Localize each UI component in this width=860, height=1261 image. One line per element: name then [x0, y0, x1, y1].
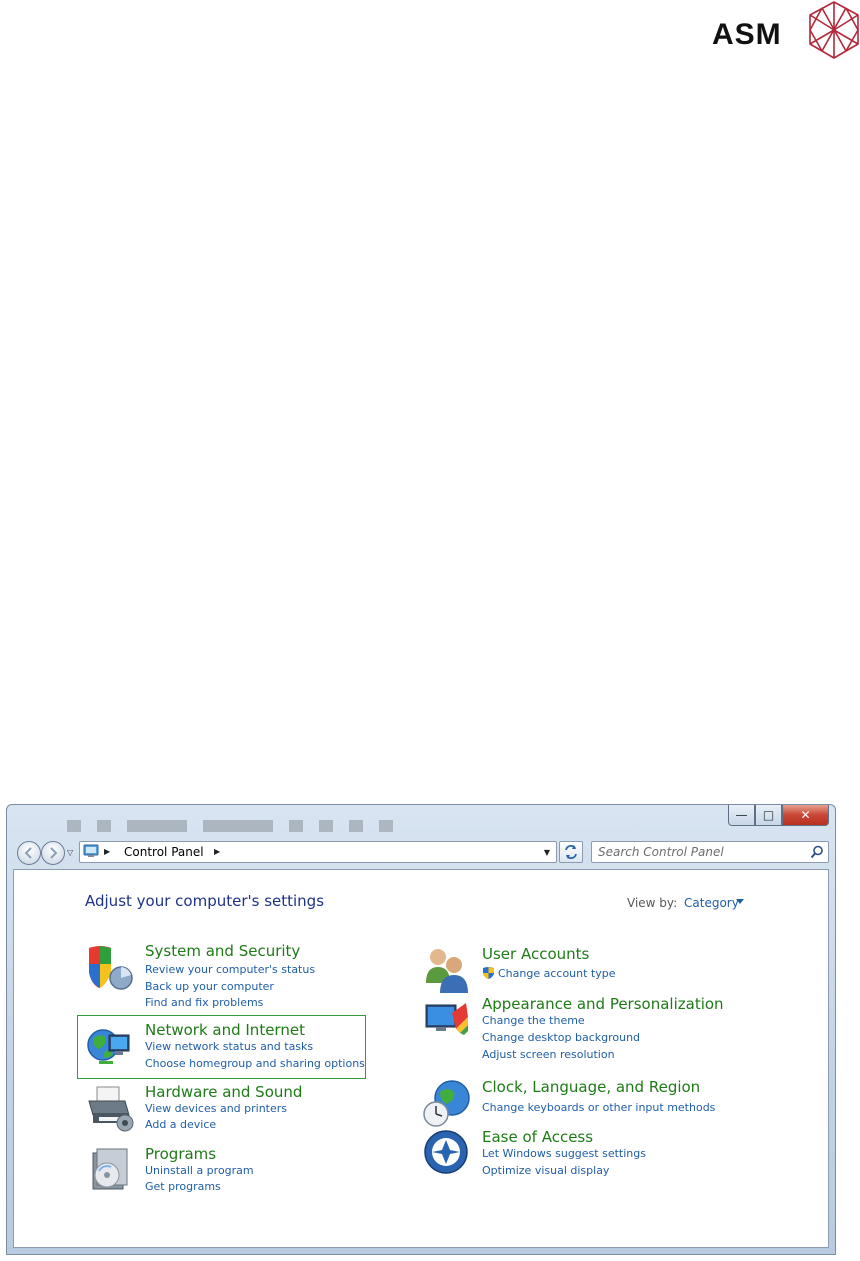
address-row: ▽ ▶ Control Panel ▶ ▼	[13, 839, 829, 865]
category-network-internet: Network and Internet View network status…	[85, 1021, 385, 1073]
back-arrow-icon	[24, 847, 32, 859]
globe-clock-icon[interactable]	[422, 1078, 472, 1128]
search-icon[interactable]	[810, 845, 824, 859]
category-title[interactable]: System and Security	[145, 942, 300, 960]
refresh-button[interactable]	[559, 841, 583, 863]
category-ease-of-access: Ease of Access Let Windows suggest setti…	[422, 1128, 742, 1178]
category-title[interactable]: Appearance and Personalization	[482, 995, 724, 1013]
control-panel-window: — □ ✕ ▽ ▶ Control Panel ▶ ▼ Search Contr…	[6, 804, 836, 1255]
view-by-label: View by:	[627, 896, 678, 910]
forward-button[interactable]	[41, 841, 65, 865]
close-button[interactable]: ✕	[782, 805, 829, 826]
background-toolbar-ghost	[67, 817, 409, 833]
category-clock-language-region: Clock, Language, and Region Change keybo…	[422, 1078, 742, 1128]
back-button[interactable]	[17, 841, 41, 865]
maximize-button[interactable]: □	[755, 805, 782, 826]
breadcrumb-separator-icon[interactable]: ▶	[214, 847, 220, 856]
breadcrumb-control-panel[interactable]: Control Panel	[124, 845, 204, 859]
category-link[interactable]: Get programs	[145, 1180, 221, 1193]
view-by-dropdown-arrow-icon[interactable]	[736, 899, 744, 904]
refresh-icon	[565, 845, 577, 859]
category-system-security: System and Security Review your computer…	[85, 942, 385, 1009]
category-hardware-sound: Hardware and Sound View devices and prin…	[85, 1083, 385, 1135]
forward-arrow-icon	[50, 847, 58, 859]
category-link[interactable]: Back up your computer	[145, 980, 274, 993]
category-title[interactable]: Network and Internet	[145, 1021, 305, 1039]
recent-pages-dropdown-icon[interactable]: ▽	[67, 848, 73, 857]
control-panel-icon	[83, 844, 99, 857]
category-link[interactable]: View network status and tasks	[145, 1040, 313, 1053]
view-by-dropdown[interactable]: Category	[684, 896, 739, 910]
category-title[interactable]: Hardware and Sound	[145, 1083, 302, 1101]
category-link[interactable]: Change the theme	[482, 1014, 585, 1027]
category-title[interactable]: Programs	[145, 1145, 216, 1163]
uac-shield-icon	[483, 967, 494, 979]
category-link[interactable]: Uninstall a program	[145, 1164, 254, 1177]
category-link[interactable]: Add a device	[145, 1118, 216, 1131]
category-title[interactable]: Ease of Access	[482, 1128, 593, 1146]
geodesic-crystal-logo	[809, 1, 859, 59]
users-icon[interactable]	[422, 945, 472, 995]
category-link[interactable]: Review your computer's status	[145, 963, 315, 976]
category-title[interactable]: Clock, Language, and Region	[482, 1078, 700, 1096]
category-programs: Programs Uninstall a program Get program…	[85, 1145, 385, 1197]
title-bar[interactable]: — □ ✕	[7, 805, 835, 837]
category-link[interactable]: Let Windows suggest settings	[482, 1147, 646, 1160]
brand-header: ASM	[712, 1, 860, 60]
address-bar[interactable]: ▶ Control Panel ▶ ▼	[79, 841, 557, 863]
breadcrumb-separator-icon[interactable]: ▶	[104, 847, 110, 856]
category-link[interactable]: Choose homegroup and sharing options	[145, 1057, 365, 1070]
content-pane: Adjust your computer's settings View by:…	[13, 869, 829, 1248]
ease-of-access-icon[interactable]	[422, 1128, 472, 1178]
category-appearance-personalization: Appearance and Personalization Change th…	[422, 995, 742, 1061]
monitor-paint-icon[interactable]	[422, 995, 472, 1045]
category-link[interactable]: Find and fix problems	[145, 996, 263, 1009]
brand-name: ASM	[712, 18, 782, 51]
category-link[interactable]: Optimize visual display	[482, 1164, 609, 1177]
shield-icon[interactable]	[85, 942, 135, 992]
programs-icon[interactable]	[85, 1145, 135, 1195]
search-box[interactable]	[591, 841, 829, 863]
search-input[interactable]	[596, 843, 800, 861]
network-globe-icon[interactable]	[85, 1021, 135, 1071]
page-title: Adjust your computer's settings	[85, 892, 325, 910]
category-link[interactable]: View devices and printers	[145, 1102, 287, 1115]
address-history-dropdown-icon[interactable]: ▼	[544, 848, 550, 857]
minimize-button[interactable]: —	[728, 805, 755, 826]
window-controls: — □ ✕	[728, 805, 829, 826]
category-link[interactable]: Change keyboards or other input methods	[482, 1101, 715, 1114]
category-link[interactable]: Change account type	[498, 967, 616, 980]
category-title[interactable]: User Accounts	[482, 945, 589, 963]
category-user-accounts: User Accounts Change account type	[422, 945, 742, 993]
printer-icon[interactable]	[85, 1083, 135, 1133]
category-link[interactable]: Change desktop background	[482, 1031, 640, 1044]
category-link[interactable]: Adjust screen resolution	[482, 1048, 615, 1061]
